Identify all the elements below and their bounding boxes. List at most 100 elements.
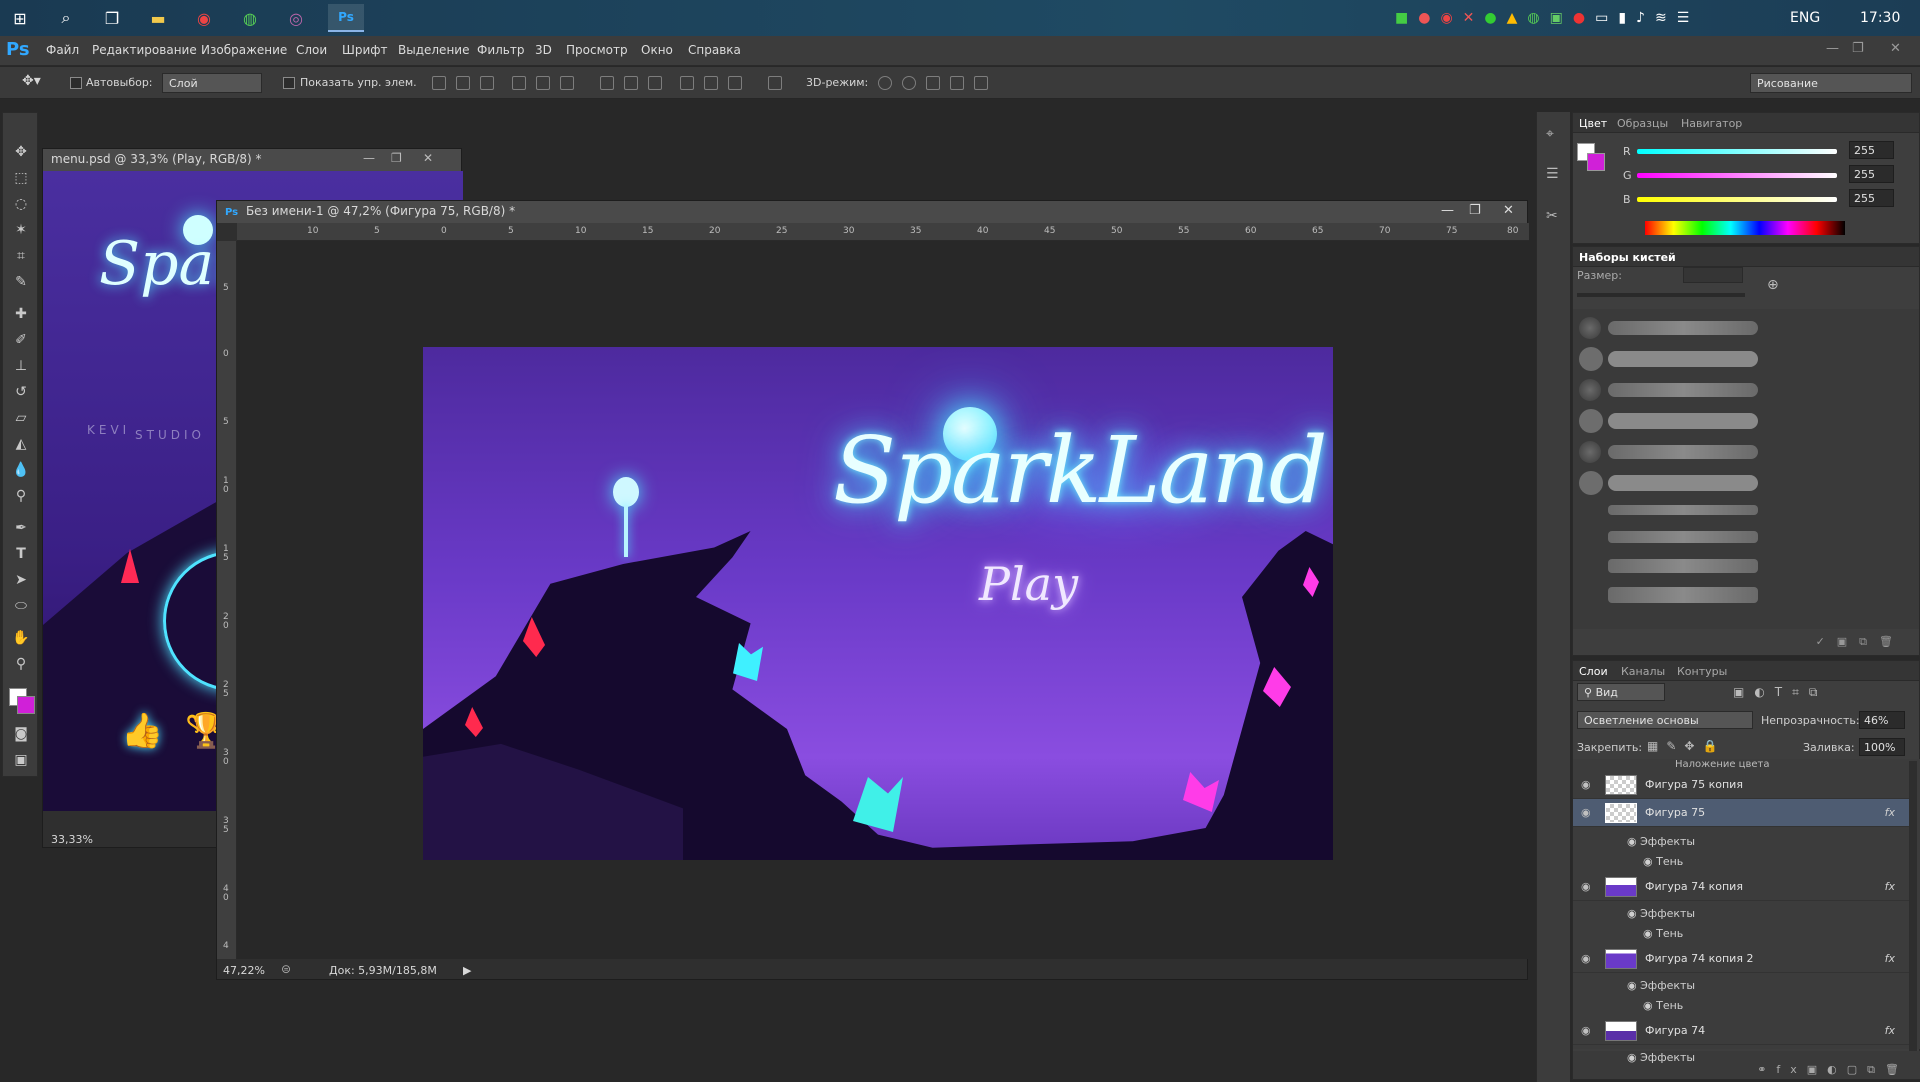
layer-fx-icon[interactable]: fx (1885, 880, 1895, 893)
brush-tip[interactable] (1579, 317, 1601, 339)
autoselect-checkbox[interactable] (70, 77, 82, 89)
battery-icon[interactable]: ▮ (1618, 10, 1626, 26)
tab-color[interactable]: Цвет (1579, 117, 1607, 130)
auto-align-icon[interactable] (768, 76, 782, 90)
tab-navigator[interactable]: Навигатор (1681, 117, 1742, 130)
brush-stroke-preview[interactable] (1608, 445, 1758, 459)
layer-fx-icon[interactable]: fx (1885, 952, 1895, 965)
background-color-swatch[interactable] (17, 696, 35, 714)
align-bottom-icon[interactable] (480, 76, 494, 90)
wifi-icon[interactable]: ≋ (1655, 10, 1667, 26)
dodge-tool-icon[interactable]: ⚲ (9, 485, 33, 507)
shadow-effect[interactable]: ◉ Тень (1643, 855, 1683, 868)
fill-field[interactable]: 100% (1859, 738, 1905, 756)
brush-tip[interactable] (1579, 347, 1603, 371)
background-color-swatch[interactable] (1587, 153, 1605, 171)
brush-size-field[interactable] (1683, 267, 1743, 283)
brush-list[interactable] (1573, 309, 1919, 629)
search-icon[interactable]: ⌕ (52, 4, 80, 32)
3d-scale-icon[interactable] (974, 76, 988, 90)
distribute-bottom-icon[interactable] (648, 76, 662, 90)
path-selection-icon[interactable]: ➤ (9, 569, 33, 591)
restore-icon[interactable]: ❐ (1852, 41, 1864, 56)
brush-tip[interactable] (1579, 471, 1603, 495)
windows-start-icon[interactable]: ⊞ (6, 4, 34, 32)
language-indicator[interactable]: ENG (1790, 0, 1820, 36)
shadow-effect[interactable]: ◉ Тень (1643, 999, 1683, 1012)
align-left-icon[interactable] (512, 76, 526, 90)
new-brush-icon[interactable]: ⊕ (1767, 277, 1779, 293)
3d-roll-icon[interactable] (902, 76, 916, 90)
doc-close-icon[interactable]: ✕ (423, 151, 433, 165)
distribute-right-icon[interactable] (728, 76, 742, 90)
share-icon[interactable]: ⊜ (281, 962, 291, 976)
file-explorer-icon[interactable]: ▬ (144, 4, 172, 32)
layer-row[interactable]: ◉ Фигура 74 fx (1573, 1017, 1911, 1045)
tab-layers[interactable]: Слои (1579, 665, 1608, 678)
layer-name[interactable]: Фигура 74 копия (1645, 880, 1743, 893)
layer-fx-icon[interactable]: fx (1885, 806, 1895, 819)
healing-brush-icon[interactable]: ✚ (9, 303, 33, 325)
tab-swatches[interactable]: Образцы (1617, 117, 1668, 130)
layer-row[interactable]: ◉ Фигура 75 копия (1573, 771, 1911, 799)
workspace-dropdown[interactable]: Рисование (1750, 73, 1912, 93)
nvidia-icon[interactable]: ▣ (1550, 10, 1563, 26)
quick-mask-icon[interactable]: ◙ (9, 723, 33, 745)
menu-image[interactable]: Изображение (201, 43, 287, 57)
eyedropper-tool-icon[interactable]: ✎ (9, 271, 33, 293)
align-vcenter-icon[interactable] (456, 76, 470, 90)
distribute-vcenter-icon[interactable] (624, 76, 638, 90)
hand-tool-icon[interactable]: ✋ (9, 627, 33, 649)
blend-mode-dropdown[interactable]: Осветление основы (1577, 711, 1753, 729)
status-menu-arrow-icon[interactable]: ▶ (463, 964, 471, 977)
tray-app-icon[interactable]: ✕ (1463, 10, 1475, 26)
chrome-icon[interactable]: ◉ (190, 4, 218, 32)
tray-app-icon[interactable]: ■ (1395, 10, 1408, 26)
doc-restore-icon[interactable]: ❐ (1469, 203, 1481, 218)
task-view-icon[interactable]: ❐ (98, 4, 126, 32)
layer-name[interactable]: Фигура 75 копия (1645, 778, 1743, 791)
brush-tip[interactable] (1579, 409, 1603, 433)
brush-size-slider[interactable] (1577, 293, 1745, 297)
zoom-status[interactable]: 47,22% (223, 964, 265, 977)
autoselect-dropdown[interactable]: Слой (162, 73, 262, 93)
layer-name[interactable]: Фигура 75 (1645, 806, 1705, 819)
network-icon[interactable]: ▭ (1595, 10, 1608, 26)
notifications-icon[interactable]: ☰ (1677, 10, 1690, 26)
tray-app-icon[interactable]: ● (1418, 10, 1430, 26)
menu-edit[interactable]: Редактирование (92, 43, 197, 57)
visibility-eye-icon[interactable]: ◉ (1581, 778, 1591, 791)
utorrent-icon[interactable]: ◍ (236, 4, 264, 32)
tab-channels[interactable]: Каналы (1621, 665, 1665, 678)
history-panel-icon[interactable]: ⌖ (1546, 126, 1554, 142)
ellipse-tool-icon[interactable]: ⬭ (9, 595, 33, 617)
layer-row[interactable]: ◉ Фигура 74 копия 2 fx (1573, 945, 1911, 973)
lasso-tool-icon[interactable]: ◌ (9, 193, 33, 215)
marquee-tool-icon[interactable]: ⬚ (9, 167, 33, 189)
brush-stroke-preview[interactable] (1608, 475, 1758, 491)
align-top-icon[interactable] (432, 76, 446, 90)
brush-stroke-preview[interactable] (1608, 505, 1758, 515)
3d-rotate-icon[interactable] (878, 76, 892, 90)
brush-tip[interactable] (1579, 379, 1601, 401)
paint-bucket-icon[interactable]: ◭ (9, 433, 33, 455)
pen-tool-icon[interactable]: ✒ (9, 517, 33, 539)
color-spectrum-bar[interactable] (1645, 221, 1845, 235)
b-slider[interactable] (1637, 197, 1837, 202)
3d-pan-icon[interactable] (926, 76, 940, 90)
move-tool-icon[interactable]: ✥ (9, 141, 33, 163)
layer-filter-icons[interactable]: ▣◐T⌗⧉ (1733, 685, 1827, 700)
photoshop-taskbar-icon[interactable]: Ps (328, 4, 364, 32)
tab-paths[interactable]: Контуры (1677, 665, 1727, 678)
crop-tool-icon[interactable]: ⌗ (9, 245, 33, 267)
align-hcenter-icon[interactable] (536, 76, 550, 90)
clone-stamp-icon[interactable]: ⊥ (9, 355, 33, 377)
layer-name[interactable]: Фигура 74 (1645, 1024, 1705, 1037)
brush-tip[interactable] (1579, 441, 1601, 463)
menu-type[interactable]: Шрифт (342, 43, 388, 57)
tray-app-icon[interactable]: ● (1573, 10, 1585, 26)
lock-icons[interactable]: ▦✎✥🔒 (1647, 739, 1725, 753)
align-right-icon[interactable] (560, 76, 574, 90)
brush-stroke-preview[interactable] (1608, 559, 1758, 573)
brush-stroke-preview[interactable] (1608, 587, 1758, 603)
